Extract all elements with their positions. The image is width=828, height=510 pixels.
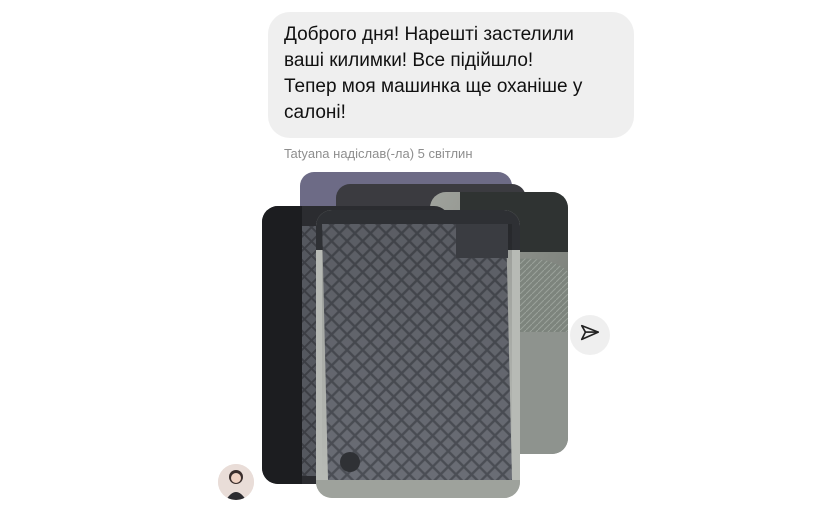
photo-stack[interactable] — [0, 0, 828, 510]
user-avatar[interactable] — [218, 464, 254, 500]
paper-plane-icon — [579, 322, 601, 349]
photo-card-front[interactable] — [316, 210, 520, 498]
share-button[interactable] — [570, 315, 610, 355]
